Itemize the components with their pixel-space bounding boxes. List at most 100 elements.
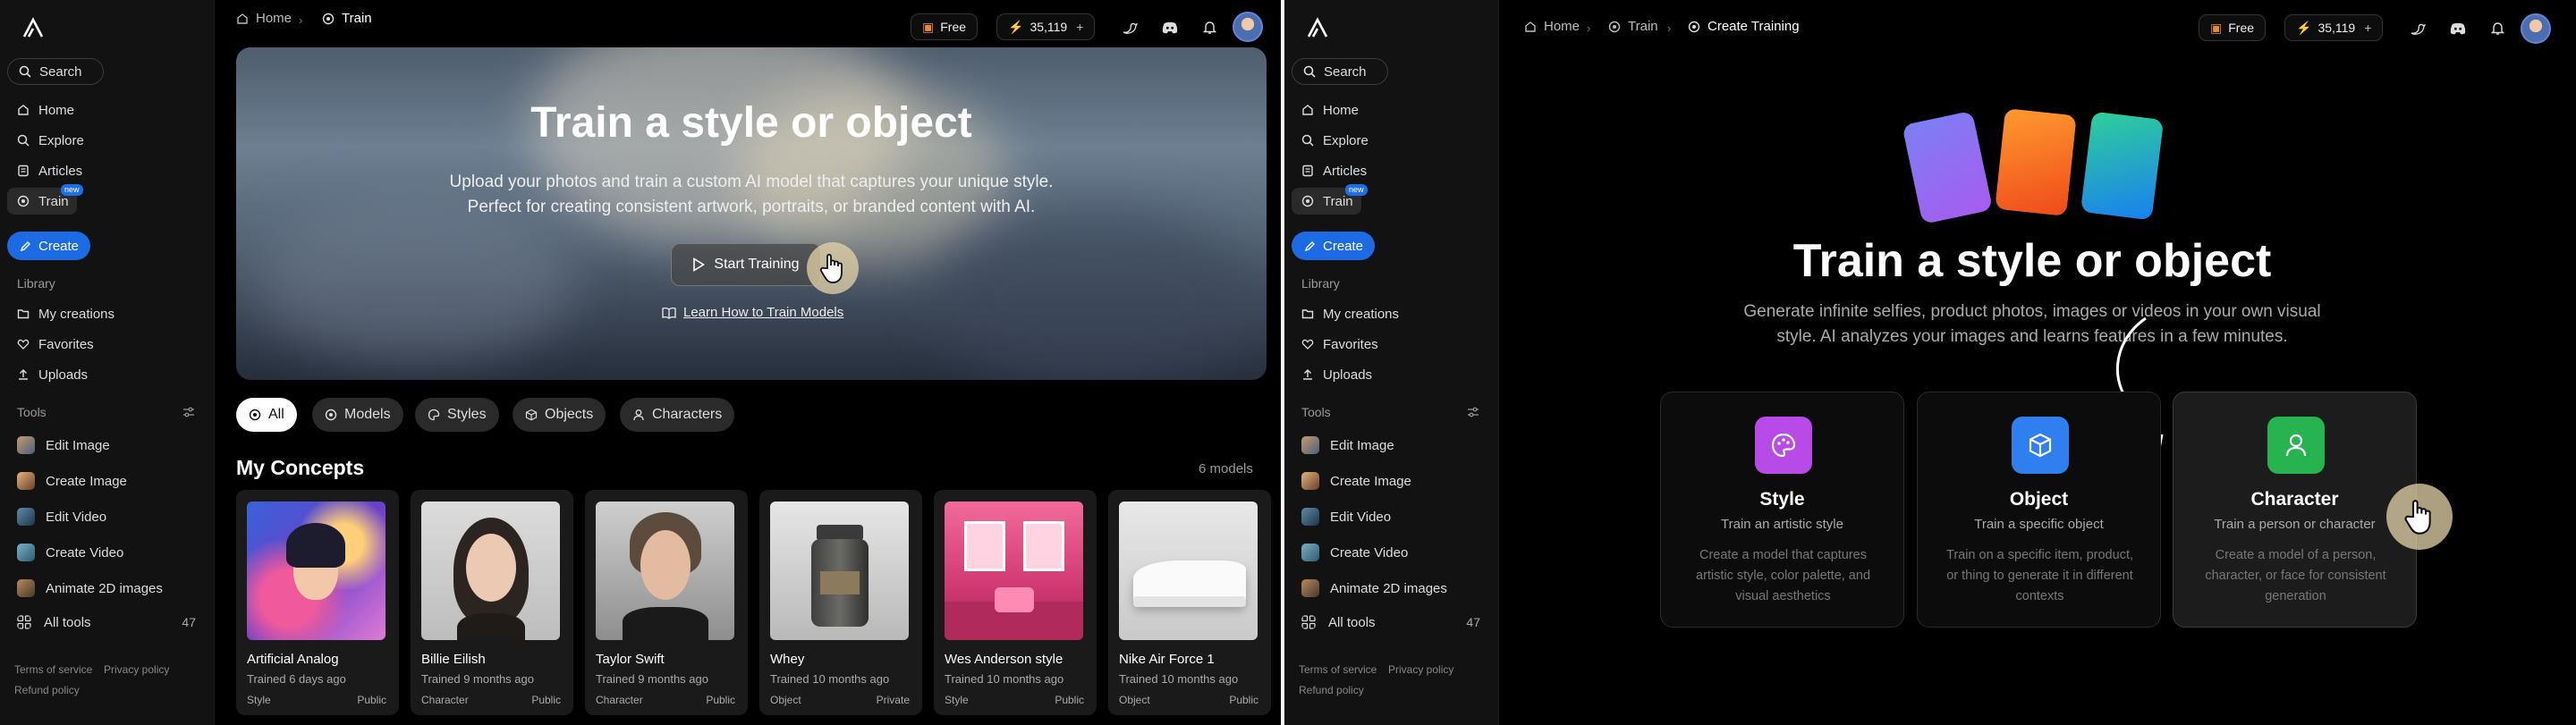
breadcrumb-home[interactable]: Home	[236, 11, 292, 26]
filter-all[interactable]: All	[236, 398, 297, 432]
create-button[interactable]: Create	[1292, 232, 1375, 260]
tool-all-tools[interactable]: All tools 47	[1292, 607, 1492, 637]
bell-icon[interactable]	[2487, 19, 2507, 38]
credits-badge[interactable]: ⚡ 35,119 +	[2284, 14, 2384, 41]
nav-explore[interactable]: Explore	[7, 127, 208, 154]
create-label: Create	[38, 238, 80, 254]
nav-my-creations[interactable]: My creations	[1292, 300, 1492, 327]
terms-link[interactable]: Terms of service	[14, 663, 92, 676]
learn-how-link[interactable]: Learn How to Train Models	[662, 305, 843, 320]
privacy-link[interactable]: Privacy policy	[1388, 663, 1453, 676]
nav-train[interactable]: Train new	[1292, 184, 1368, 215]
plan-badge[interactable]: ▣ Free	[2199, 14, 2267, 41]
home-icon	[1302, 105, 1313, 115]
tool-edit-video[interactable]: Edit Video	[7, 502, 208, 532]
discord-icon[interactable]	[2448, 19, 2468, 38]
concept-card[interactable]: Nike Air Force 1 Trained 10 months ago O…	[1108, 490, 1271, 715]
hand-cursor-icon	[2386, 484, 2453, 550]
tool-label: Create Image	[46, 473, 127, 489]
hero-cloud	[934, 208, 1256, 380]
concept-card[interactable]: Wes Anderson style Trained 10 months ago…	[934, 490, 1097, 715]
plan-badge[interactable]: ▣ Free	[911, 13, 979, 40]
palette-icon	[1755, 417, 1812, 474]
app-logo-icon[interactable]	[21, 16, 45, 39]
nav-uploads[interactable]: Uploads	[7, 361, 208, 388]
create-button[interactable]: Create	[7, 232, 90, 260]
filter-styles[interactable]: Styles	[415, 398, 499, 432]
nav-label: Train	[38, 193, 69, 209]
tool-create-video[interactable]: Create Video	[1292, 537, 1492, 568]
discord-icon[interactable]	[1160, 18, 1180, 38]
nav-articles[interactable]: Articles	[1292, 157, 1492, 184]
breadcrumb-home[interactable]: Home	[1524, 19, 1580, 34]
tool-create-image[interactable]: Create Image	[1292, 466, 1492, 496]
user-avatar[interactable]	[1233, 12, 1263, 42]
nav-favorites[interactable]: Favorites	[7, 331, 208, 358]
concept-name: Wes Anderson style	[945, 652, 1063, 667]
search-button[interactable]: Search	[1292, 58, 1388, 85]
chevron-right-icon: ›	[1587, 21, 1591, 35]
concept-visibility: Public	[1229, 694, 1258, 706]
cube-icon	[525, 409, 538, 421]
search-icon	[19, 65, 31, 78]
tool-animate-2d[interactable]: Animate 2D images	[7, 573, 208, 603]
tool-edit-video[interactable]: Edit Video	[1292, 502, 1492, 532]
tool-create-image[interactable]: Create Image	[7, 466, 208, 496]
character-option-card[interactable]: Character Train a person or character Cr…	[2173, 392, 2417, 628]
nav-favorites[interactable]: Favorites	[1292, 331, 1492, 358]
heart-icon	[17, 339, 30, 350]
filter-label: Models	[344, 407, 391, 422]
breadcrumb-label: Home	[1544, 19, 1580, 34]
concept-name: Whey	[770, 652, 805, 667]
tool-edit-image[interactable]: Edit Image	[7, 430, 208, 460]
breadcrumb-train[interactable]: Train	[1608, 19, 1658, 34]
concept-card[interactable]: Artificial Analog Trained 6 days ago Sty…	[236, 490, 399, 715]
nav-articles[interactable]: Articles	[7, 157, 208, 184]
concept-card[interactable]: Taylor Swift Trained 9 months ago Charac…	[585, 490, 748, 715]
settings-sliders-icon[interactable]	[182, 407, 195, 417]
style-option-card[interactable]: Style Train an artistic style Create a m…	[1660, 392, 1904, 628]
refund-link[interactable]: Refund policy	[14, 684, 80, 696]
breadcrumb-create-training[interactable]: Create Training	[1688, 19, 1800, 34]
twitter-icon[interactable]	[2408, 19, 2428, 38]
tool-create-video[interactable]: Create Video	[7, 537, 208, 568]
breadcrumb-train[interactable]: Train	[322, 11, 372, 26]
palette-icon	[428, 409, 440, 421]
nav-home[interactable]: Home	[7, 97, 208, 123]
terms-link[interactable]: Terms of service	[1299, 663, 1377, 676]
filter-objects[interactable]: Objects	[513, 398, 606, 432]
nav-train[interactable]: Train new	[7, 184, 83, 215]
user-icon	[633, 409, 644, 421]
concept-card[interactable]: Billie Eilish Trained 9 months ago Chara…	[411, 490, 573, 715]
credits-badge[interactable]: ⚡ 35,119 +	[996, 13, 1096, 40]
nav-label: Home	[38, 102, 75, 118]
twitter-icon[interactable]	[1120, 18, 1140, 38]
object-option-card[interactable]: Object Train a specific object Train on …	[1917, 392, 2161, 628]
settings-sliders-icon[interactable]	[1467, 407, 1479, 417]
app-logo-icon[interactable]	[1306, 16, 1329, 39]
nav-my-creations[interactable]: My creations	[7, 300, 208, 327]
filter-models[interactable]: Models	[312, 398, 403, 432]
user-avatar[interactable]	[2521, 13, 2551, 44]
concept-card[interactable]: Whey Trained 10 months ago Object Privat…	[759, 490, 922, 715]
tool-edit-image[interactable]: Edit Image	[1292, 430, 1492, 460]
library-heading: Library	[17, 276, 55, 291]
tool-label: Create Image	[1330, 473, 1411, 489]
filter-label: All	[268, 407, 284, 422]
filter-characters[interactable]: Characters	[620, 398, 735, 432]
refund-link[interactable]: Refund policy	[1299, 684, 1364, 696]
privacy-link[interactable]: Privacy policy	[104, 663, 169, 676]
user-icon	[2267, 417, 2325, 474]
concept-visibility: Public	[357, 694, 386, 706]
start-training-button[interactable]: Start Training	[671, 243, 821, 286]
tool-animate-2d[interactable]: Animate 2D images	[1292, 573, 1492, 603]
nav-explore[interactable]: Explore	[1292, 127, 1492, 154]
bell-icon[interactable]	[1199, 18, 1219, 38]
nav-uploads[interactable]: Uploads	[1292, 361, 1492, 388]
create-training-panel: Search Home Explore Articles Train new Cr…	[1284, 0, 2565, 725]
nav-home[interactable]: Home	[1292, 97, 1492, 123]
concept-trained-time: Trained 10 months ago	[770, 672, 890, 686]
search-button[interactable]: Search	[7, 58, 104, 85]
tool-all-tools[interactable]: All tools 47	[7, 607, 208, 637]
tool-thumbnail	[1301, 544, 1319, 561]
